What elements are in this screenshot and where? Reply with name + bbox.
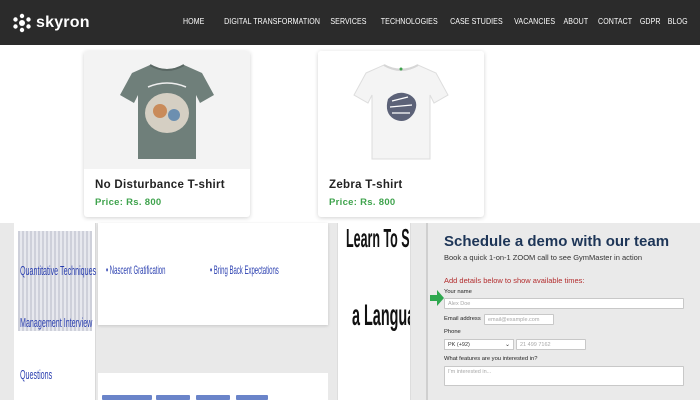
- brand-name: skyron: [36, 14, 90, 31]
- chevron-down-icon: ⌄: [504, 342, 510, 348]
- product-grid: No Disturbance T-shirt Price: Rs. 800 Ze…: [0, 45, 700, 223]
- product-image[interactable]: [318, 51, 484, 169]
- tshirt-image-icon: [353, 64, 449, 160]
- email-label: Email address: [444, 316, 481, 322]
- strip-button[interactable]: [102, 395, 152, 400]
- panel-item[interactable]: • Nascent Gratification: [106, 263, 165, 277]
- nav-services[interactable]: SERVICES: [329, 16, 369, 28]
- strip-button[interactable]: [236, 395, 268, 400]
- strip-button[interactable]: [156, 395, 190, 400]
- brand-logo[interactable]: skyron: [12, 10, 90, 36]
- nav-digital-transformation[interactable]: DIGITAL TRANSFORMATION: [223, 16, 323, 28]
- nav-blog[interactable]: BLOG: [666, 16, 690, 28]
- name-input[interactable]: Alex Doe: [444, 298, 684, 309]
- panel-text-line: Questions: [20, 367, 53, 382]
- learn-language-panel[interactable]: Learn To Speak a Language: [337, 223, 411, 400]
- top-navigation-bar: skyron HOME DIGITAL TRANSFORMATION SERVI…: [0, 0, 700, 45]
- demo-subtitle: Book a quick 1-on-1 ZOOM call to see Gym…: [444, 253, 642, 262]
- name-label: Your name: [444, 289, 472, 295]
- nav-case-studies[interactable]: CASE STUDIES: [448, 16, 504, 28]
- button-strip: [98, 373, 328, 400]
- main-nav: HOME DIGITAL TRANSFORMATION SERVICES TEC…: [177, 16, 690, 28]
- panel-text-line: Management Interview: [20, 315, 93, 330]
- product-price: Price: Rs. 800: [95, 197, 162, 208]
- lower-collage: Quantitative Techniques For Management I…: [0, 223, 700, 400]
- product-card[interactable]: Zebra T-shirt Price: Rs. 800: [318, 51, 484, 217]
- panel-text-line: Quantitative Techniques For: [20, 263, 109, 278]
- demo-instructions: Add details below to show available time…: [444, 276, 585, 285]
- lang-heading-line: Learn To Speak: [346, 223, 410, 253]
- phone-input[interactable]: 21 499 7162: [516, 339, 586, 350]
- demo-title: Schedule a demo with our team: [444, 233, 670, 250]
- product-title[interactable]: No Disturbance T-shirt: [95, 179, 225, 191]
- nav-vacancies[interactable]: VACANCIES: [512, 16, 557, 28]
- features-label: What features are you interested in?: [444, 356, 538, 362]
- product-card[interactable]: No Disturbance T-shirt Price: Rs. 800: [84, 51, 250, 217]
- nav-home[interactable]: HOME: [181, 16, 206, 28]
- arrow-right-icon: [430, 290, 444, 306]
- features-textarea[interactable]: I'm interested in...: [444, 366, 684, 386]
- product-price: Price: Rs. 800: [329, 197, 396, 208]
- phone-country-select[interactable]: PK (+92) ⌄: [444, 339, 514, 350]
- nav-gdpr[interactable]: GDPR: [638, 16, 662, 28]
- product-title[interactable]: Zebra T-shirt: [329, 179, 403, 191]
- nav-contact[interactable]: CONTACT: [596, 16, 634, 28]
- skyron-logo-icon: [13, 13, 31, 33]
- demo-form-panel: Schedule a demo with our team Book a qui…: [426, 223, 700, 400]
- tshirt-image-icon: [120, 64, 214, 159]
- nav-technologies[interactable]: TECHNOLOGIES: [379, 16, 440, 28]
- phone-country-value: PK (+92): [448, 342, 470, 348]
- lang-heading-line: a Language: [352, 299, 410, 332]
- interview-questions-panel[interactable]: Quantitative Techniques For Management I…: [14, 223, 109, 400]
- content-panel: • Nascent Gratification • Bring Back Exp…: [98, 223, 328, 325]
- strip-button[interactable]: [196, 395, 230, 400]
- panel-item[interactable]: • Bring Back Expectations: [210, 263, 279, 277]
- product-image[interactable]: [84, 51, 250, 169]
- nav-about[interactable]: ABOUT: [562, 16, 590, 28]
- email-input[interactable]: email@example.com: [484, 314, 554, 325]
- phone-label: Phone: [444, 329, 461, 335]
